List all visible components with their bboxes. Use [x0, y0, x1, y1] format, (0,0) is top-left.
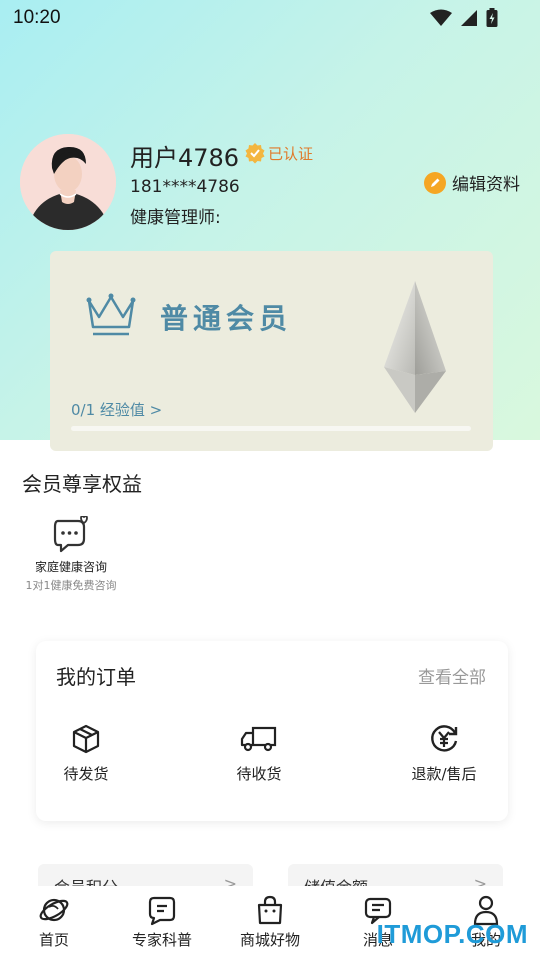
order-pending-receipt[interactable]: 待收货 — [209, 723, 309, 784]
benefit-label: 家庭健康咨询 — [34, 560, 107, 574]
order-label: 待发货 — [63, 765, 109, 783]
status-bar: 10:20 — [0, 0, 540, 36]
benefit-family-consult[interactable]: 家庭健康咨询 1对1健康免费咨询 — [20, 516, 122, 593]
orders-card: 我的订单 查看全部 待发货 待收货 退款/售后 — [36, 641, 508, 821]
order-refund-aftersale[interactable]: 退款/售后 — [394, 723, 494, 784]
planet-icon — [39, 898, 69, 922]
experience-progress-bar — [71, 426, 471, 431]
watermark-logo: ITMOP.COM — [376, 919, 528, 949]
order-label: 待收货 — [236, 765, 282, 783]
tab-label: 商城好物 — [239, 931, 300, 949]
order-pending-shipment[interactable]: 待发货 — [36, 723, 136, 784]
tab-home[interactable]: 首页 — [9, 894, 99, 950]
user-phone: 181****4786 — [130, 177, 240, 197]
battery-icon — [486, 8, 498, 27]
tab-label: 首页 — [38, 931, 69, 949]
edit-profile-button[interactable]: 编辑资料 — [424, 170, 520, 195]
status-icons — [430, 8, 498, 28]
avatar-illustration — [20, 134, 116, 230]
doc-icon — [148, 896, 176, 926]
tab-label: 专家科普 — [131, 931, 192, 949]
signal-icon — [461, 10, 477, 26]
verified-medal-icon — [245, 143, 265, 164]
user-name: 用户4786 — [130, 144, 240, 172]
avatar[interactable] — [20, 134, 116, 230]
verified-badge: 已认证 — [244, 142, 313, 164]
member-level: 普通会员 — [160, 302, 293, 335]
view-all-orders-link[interactable]: 查看全部 — [418, 663, 486, 688]
member-card[interactable]: 普通会员 0/1 经验值 > — [50, 251, 493, 451]
chat-heart-icon — [53, 516, 88, 553]
tab-expert-science[interactable]: 专家科普 — [117, 894, 207, 950]
benefit-subtitle: 1对1健康免费咨询 — [25, 579, 117, 592]
refund-icon — [431, 725, 458, 752]
verified-label: 已认证 — [268, 144, 314, 163]
profile-section: 用户4786 已认证 181****4786 健康管理师: 编辑资料 — [20, 134, 530, 234]
edit-profile-label: 编辑资料 — [452, 175, 520, 195]
benefits-title: 会员尊享权益 — [22, 472, 142, 496]
experience-link[interactable]: 0/1 经验值 > — [71, 399, 162, 420]
crystal-icon — [384, 281, 446, 413]
truck-icon — [240, 726, 277, 752]
orders-title: 我的订单 — [56, 665, 136, 689]
health-manager-label: 健康管理师: — [130, 208, 221, 228]
status-time: 10:20 — [13, 7, 61, 28]
package-icon — [72, 724, 100, 754]
order-label: 退款/售后 — [411, 765, 477, 783]
bag-icon — [257, 895, 283, 925]
pencil-icon — [424, 171, 446, 194]
crown-icon — [86, 293, 136, 336]
tab-mall[interactable]: 商城好物 — [225, 894, 315, 950]
wifi-icon — [430, 9, 452, 26]
